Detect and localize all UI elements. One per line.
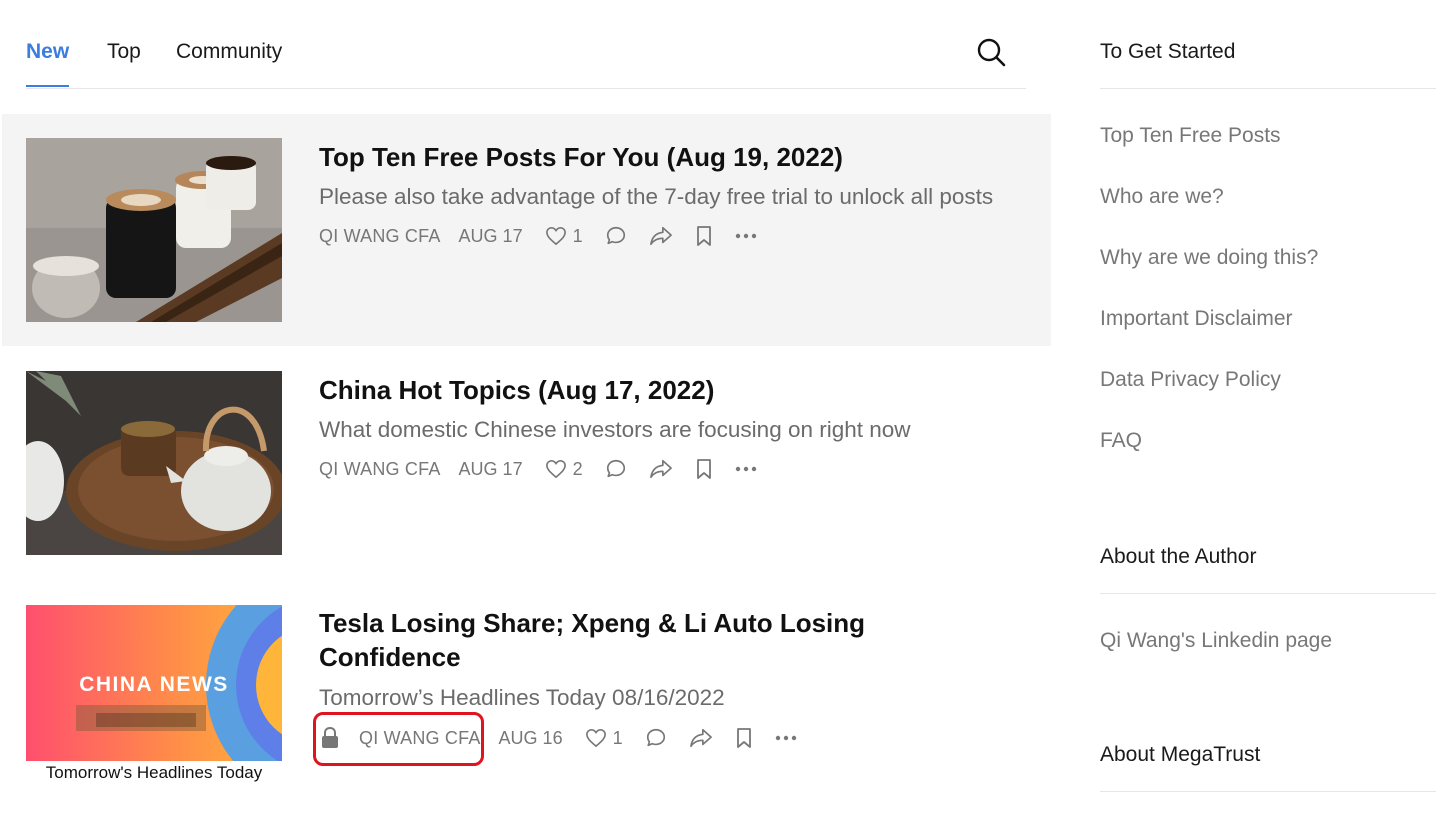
sidebar-link-linkedin[interactable]: Qi Wang's Linkedin page xyxy=(1100,629,1332,653)
thumbnail-caption: Tomorrow's Headlines Today xyxy=(45,763,263,782)
thumbnail-text: CHINA NEWS xyxy=(79,673,229,696)
post-author[interactable]: QI WANG CFA xyxy=(319,459,441,480)
post-card[interactable]: China Hot Topics (Aug 17, 2022) What dom… xyxy=(2,346,1051,580)
sidebar-divider xyxy=(1100,593,1436,594)
tab-community[interactable]: Community xyxy=(176,40,282,64)
post-subtitle: What domestic Chinese investors are focu… xyxy=(319,417,911,442)
feed-tabs: New Top Community xyxy=(26,0,1026,89)
share-icon[interactable] xyxy=(649,225,673,247)
sidebar-heading-get-started: To Get Started xyxy=(1100,40,1236,63)
comment-icon[interactable] xyxy=(605,225,627,247)
more-options-icon[interactable] xyxy=(735,466,757,472)
search-icon[interactable] xyxy=(976,37,1006,67)
sidebar-divider xyxy=(1100,88,1436,89)
like-count: 1 xyxy=(612,727,623,748)
sidebar-link-top-ten[interactable]: Top Ten Free Posts xyxy=(1100,124,1281,148)
post-subtitle: Tomorrow’s Headlines Today 08/16/2022 xyxy=(319,685,725,710)
post-meta: QI WANG CFA AUG 17 2 xyxy=(319,454,757,484)
post-thumbnail-teapot[interactable] xyxy=(26,371,282,555)
sidebar-link-faq[interactable]: FAQ xyxy=(1100,429,1142,453)
comment-icon[interactable] xyxy=(605,458,627,480)
post-thumbnail-coffee[interactable] xyxy=(26,138,282,322)
sidebar-divider xyxy=(1100,791,1436,792)
post-author[interactable]: QI WANG CFA xyxy=(319,226,441,247)
bookmark-icon[interactable] xyxy=(735,727,753,749)
like-count: 2 xyxy=(572,458,583,479)
post-date: AUG 17 xyxy=(458,225,523,246)
like-count: 1 xyxy=(572,225,583,246)
sidebar-link-disclaimer[interactable]: Important Disclaimer xyxy=(1100,307,1293,331)
sidebar-link-why[interactable]: Why are we doing this? xyxy=(1100,246,1318,270)
tab-top[interactable]: Top xyxy=(107,40,141,64)
heart-icon[interactable] xyxy=(585,728,607,748)
highlight-annotation-box xyxy=(313,712,484,766)
sidebar-link-privacy[interactable]: Data Privacy Policy xyxy=(1100,368,1281,392)
share-icon[interactable] xyxy=(689,727,713,749)
sidebar-link-who-are-we[interactable]: Who are we? xyxy=(1100,185,1224,209)
post-date: AUG 17 xyxy=(458,458,523,479)
post-title[interactable]: China Hot Topics (Aug 17, 2022) xyxy=(319,373,919,407)
tab-new[interactable]: New xyxy=(26,40,70,87)
share-icon[interactable] xyxy=(649,458,673,480)
post-thumbnail-china-news[interactable]: CHINA NEWS xyxy=(26,605,282,761)
heart-icon[interactable] xyxy=(545,226,567,246)
bookmark-icon[interactable] xyxy=(695,458,713,480)
post-title[interactable]: Top Ten Free Posts For You (Aug 19, 2022… xyxy=(319,140,1039,174)
sidebar-heading-about-megatrust: About MegaTrust xyxy=(1100,743,1261,766)
post-title[interactable]: Tesla Losing Share; Xpeng & Li Auto Losi… xyxy=(319,606,939,674)
comment-icon[interactable] xyxy=(645,727,667,749)
post-subtitle: Please also take advantage of the 7-day … xyxy=(319,184,994,209)
heart-icon[interactable] xyxy=(545,459,567,479)
bookmark-icon[interactable] xyxy=(695,225,713,247)
post-meta: QI WANG CFA AUG 17 1 xyxy=(319,221,757,251)
more-options-icon[interactable] xyxy=(735,233,757,239)
sidebar-heading-about-author: About the Author xyxy=(1100,545,1257,568)
post-card[interactable]: Top Ten Free Posts For You (Aug 19, 2022… xyxy=(2,114,1051,346)
more-options-icon[interactable] xyxy=(775,735,797,741)
post-date: AUG 16 xyxy=(498,727,563,748)
